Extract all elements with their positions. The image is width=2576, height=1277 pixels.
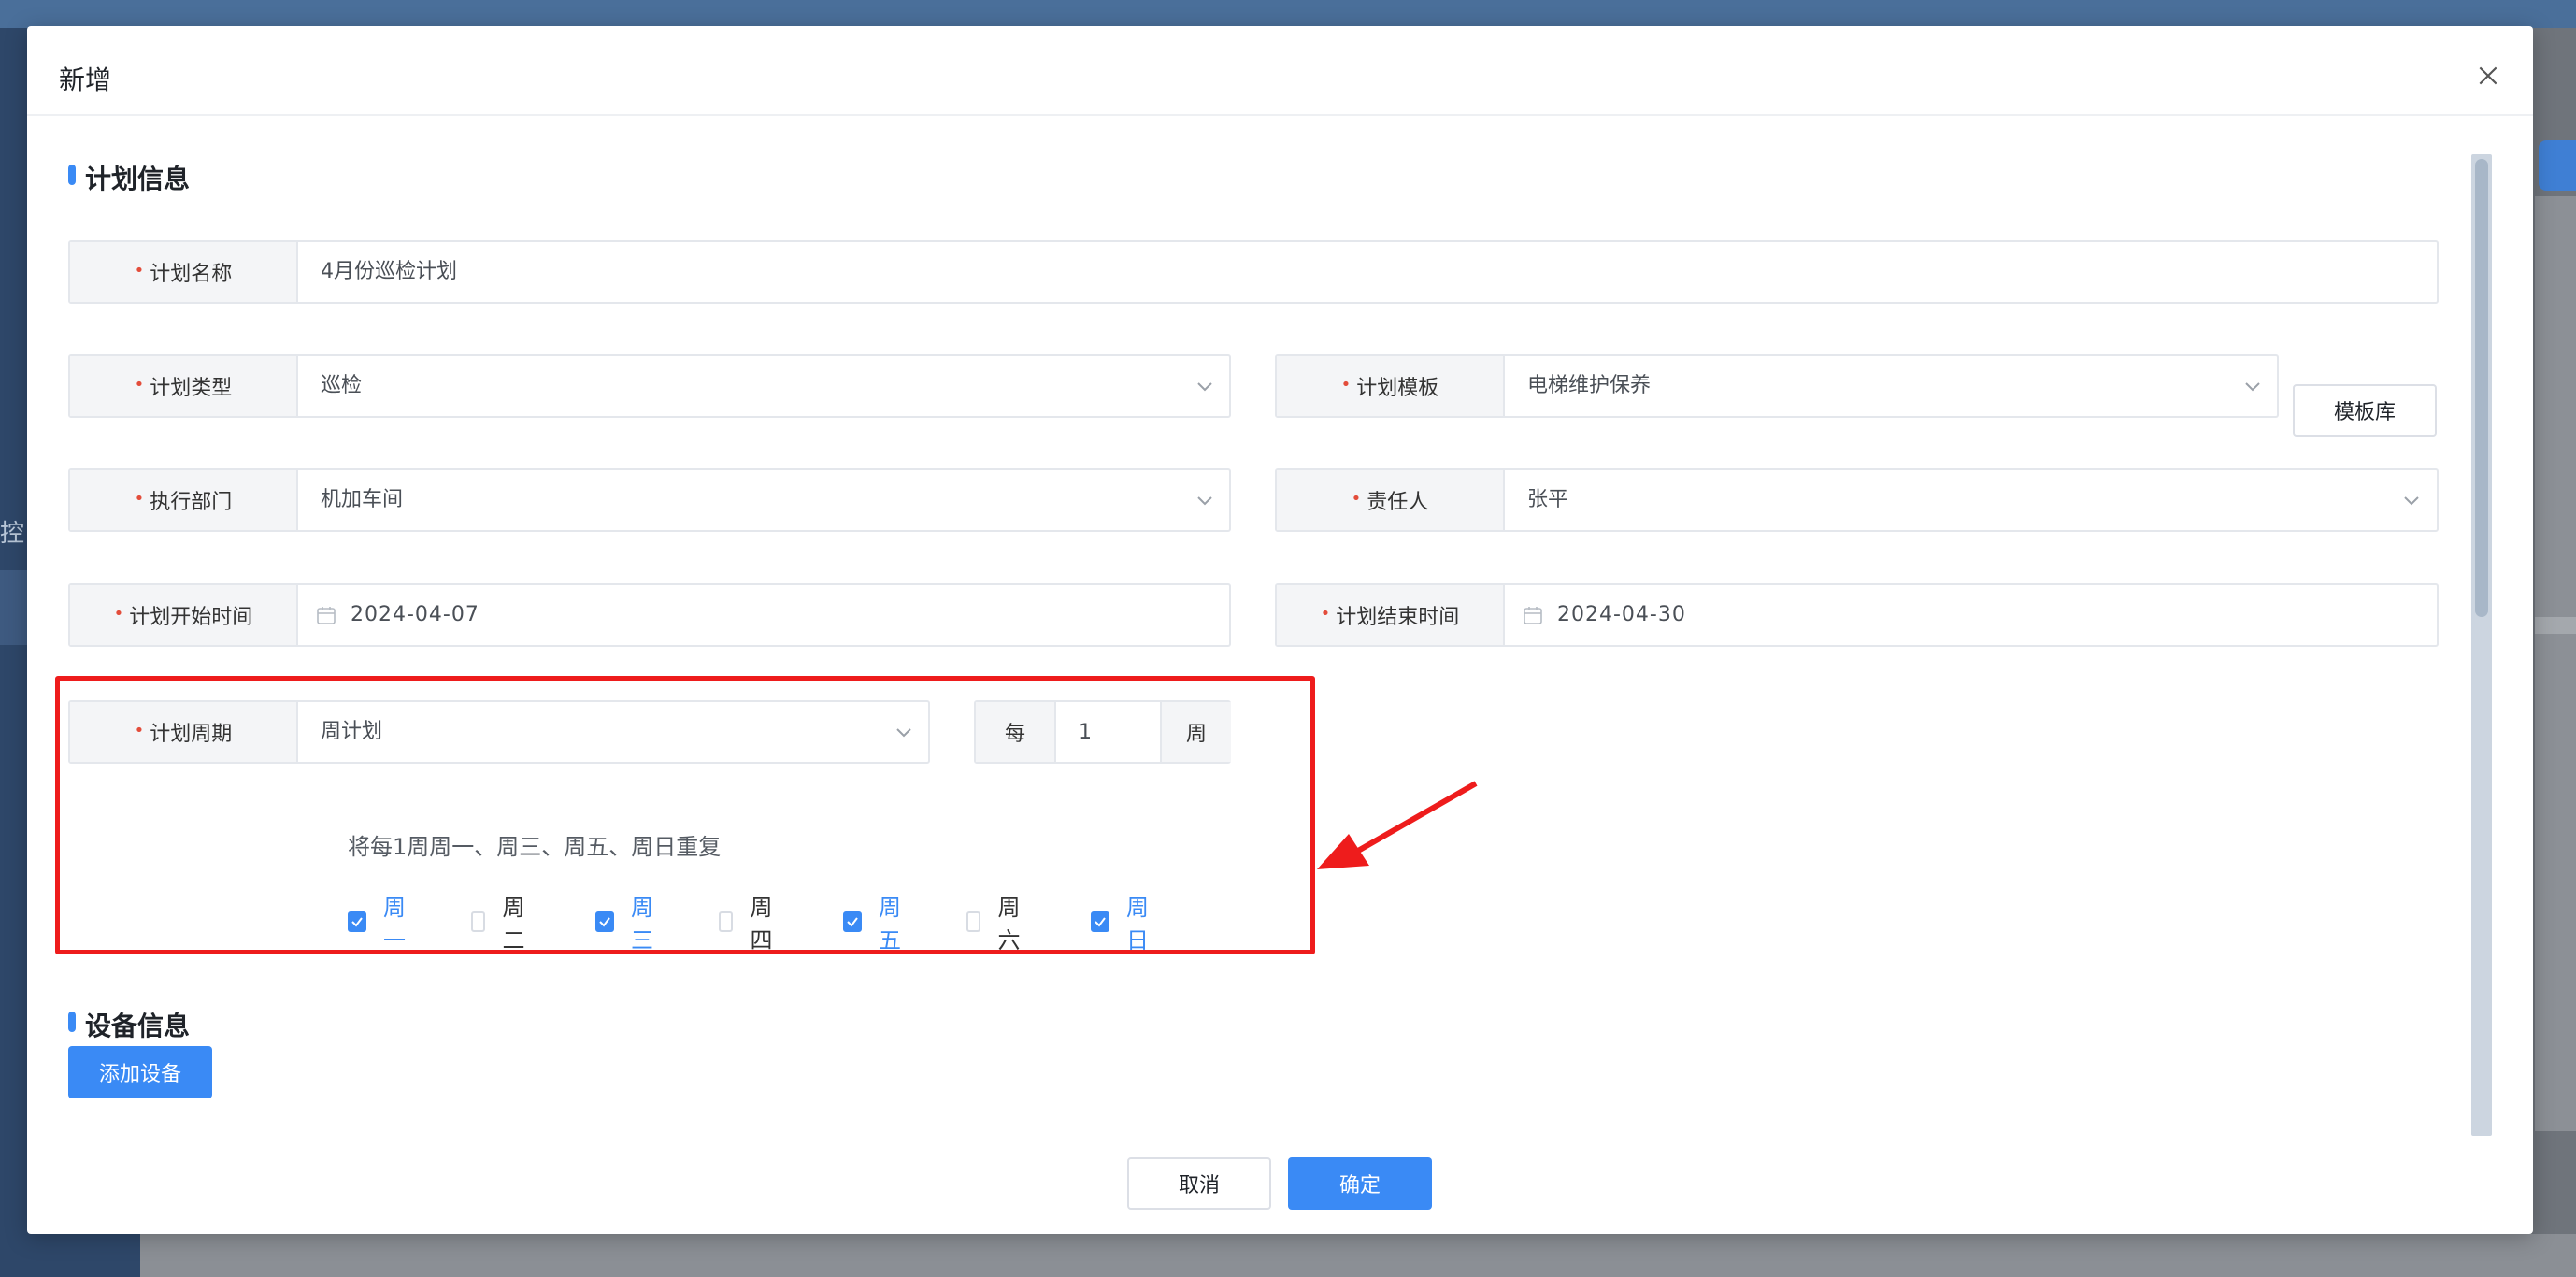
section-marker xyxy=(68,165,76,185)
plan-name-label: • 计划名称 xyxy=(70,242,298,302)
background-right-panel xyxy=(2535,196,2576,1131)
end-time-value: 2024-04-30 xyxy=(1557,603,1686,626)
start-time-picker[interactable]: • 计划开始时间 2024-04-07 xyxy=(68,583,1231,647)
template-library-button[interactable]: 模板库 xyxy=(2293,384,2437,437)
add-device-button[interactable]: 添加设备 xyxy=(68,1046,212,1098)
end-time-picker[interactable]: • 计划结束时间 2024-04-30 xyxy=(1275,583,2439,647)
plan-name-field[interactable]: • 计划名称 4月份巡检计划 xyxy=(68,240,2439,304)
chevron-down-icon[interactable] xyxy=(2241,375,2264,397)
background-sidebar-active xyxy=(0,570,28,645)
owner-select[interactable]: • 责任人 张平 xyxy=(1275,468,2439,532)
start-time-label: • 计划开始时间 xyxy=(70,585,298,645)
plan-template-value: 电梯维护保养 xyxy=(1527,374,1652,397)
exec-dept-label: • 执行部门 xyxy=(70,470,298,530)
plan-template-label: • 计划模板 xyxy=(1277,356,1505,416)
chevron-down-icon[interactable] xyxy=(2400,489,2423,511)
plan-type-label: • 计划类型 xyxy=(70,356,298,416)
end-time-label: • 计划结束时间 xyxy=(1277,585,1505,645)
modal-title: 新增 xyxy=(59,65,112,95)
background-footer xyxy=(140,1234,2576,1277)
plan-name-input[interactable]: 4月份巡检计划 xyxy=(321,242,457,302)
calendar-icon xyxy=(315,604,337,626)
scrollbar-thumb[interactable] xyxy=(2475,159,2488,617)
plan-type-value: 巡检 xyxy=(321,374,363,397)
exec-dept-value: 机加车间 xyxy=(321,488,404,511)
section-device-info: 设备信息 xyxy=(68,1006,191,1043)
plan-type-select[interactable]: • 计划类型 巡检 xyxy=(68,354,1231,418)
section-plan-info: 计划信息 xyxy=(68,159,191,196)
modal-header: 新增 xyxy=(27,26,2533,116)
section-marker xyxy=(68,1012,76,1032)
start-time-value: 2024-04-07 xyxy=(351,603,479,626)
section-device-info-label: 设备信息 xyxy=(85,1011,191,1041)
plan-template-select[interactable]: • 计划模板 电梯维护保养 xyxy=(1275,354,2279,418)
highlight-box xyxy=(55,676,1315,954)
owner-label: • 责任人 xyxy=(1277,470,1505,530)
chevron-down-icon[interactable] xyxy=(1194,489,1216,511)
add-plan-modal: 新增 计划信息 • 计划名称 4月份巡检计划 • 计划类型 巡检 • 计划模板 电梯维… xyxy=(27,26,2533,1234)
chevron-down-icon[interactable] xyxy=(1194,375,1216,397)
close-icon[interactable] xyxy=(2476,64,2500,88)
ok-button[interactable]: 确定 xyxy=(1288,1157,1432,1210)
background-right-button xyxy=(2539,140,2576,191)
exec-dept-select[interactable]: • 执行部门 机加车间 xyxy=(68,468,1231,532)
background-side-text: 控 xyxy=(0,520,25,548)
section-plan-info-label: 计划信息 xyxy=(85,164,191,194)
cancel-button[interactable]: 取消 xyxy=(1127,1157,1271,1210)
background-header xyxy=(0,0,2576,28)
arrow-annotation xyxy=(1317,781,1478,869)
owner-value: 张平 xyxy=(1527,488,1569,511)
calendar-icon xyxy=(1522,604,1544,626)
background-right-line xyxy=(2535,617,2576,634)
